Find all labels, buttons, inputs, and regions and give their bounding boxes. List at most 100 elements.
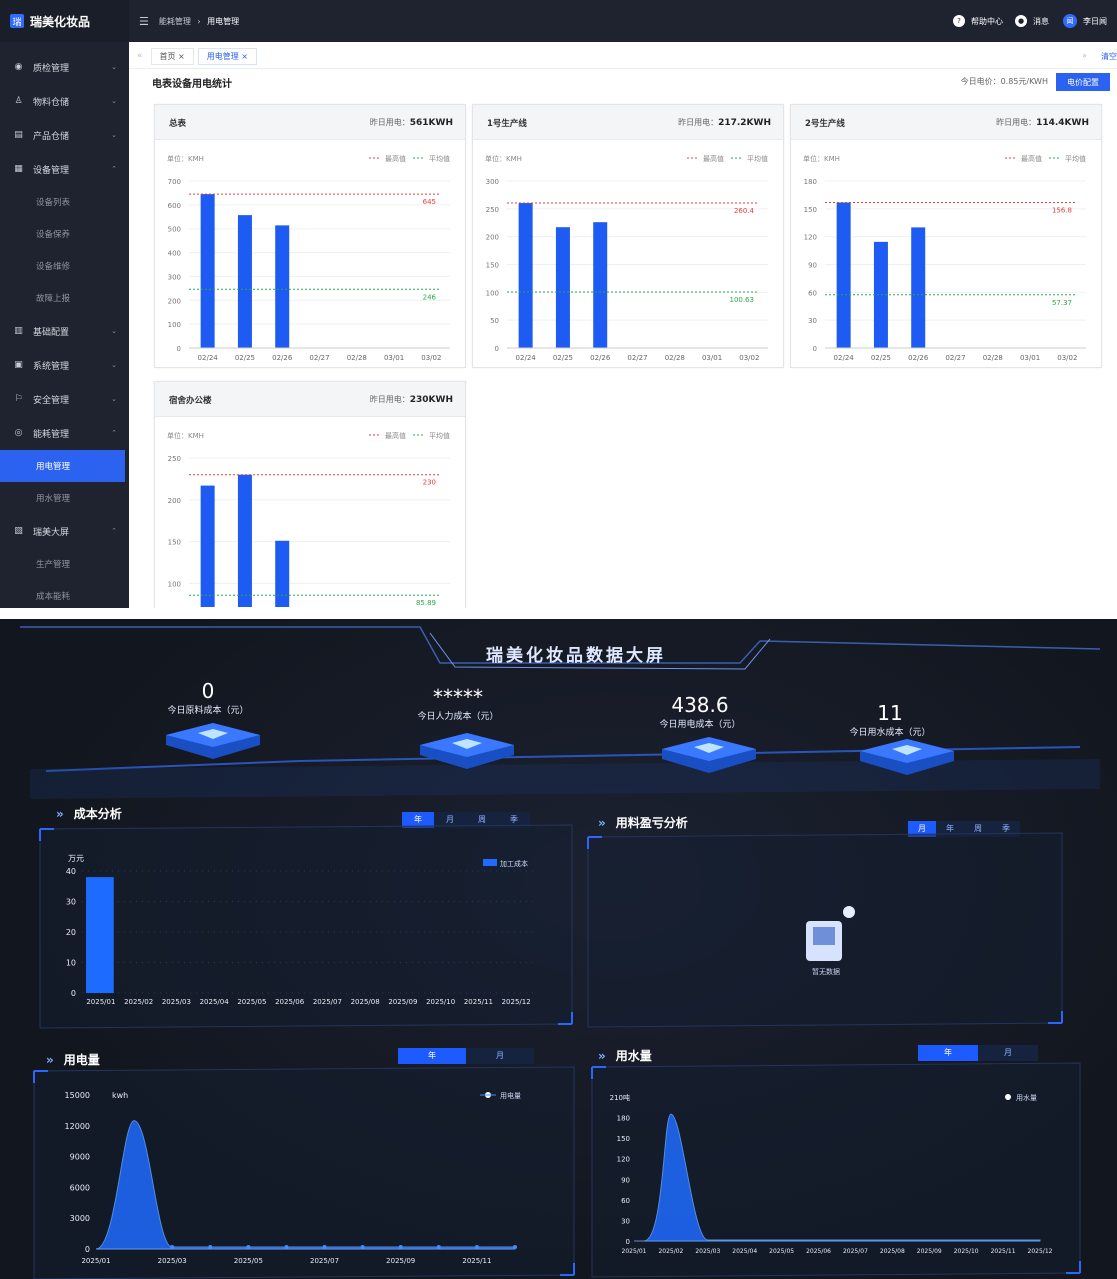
bar[interactable] (275, 540, 290, 607)
user-name[interactable]: 李日闻 (1083, 16, 1107, 27)
bar[interactable] (911, 227, 926, 348)
sidebar-subitem[interactable]: 设备列表 (0, 186, 129, 218)
data-dashboard: 瑞美化妆品数据大屏 0 今日原料成本（元） ***** 今日人力成本（元） 438.6 今… (0, 619, 1117, 1279)
bar[interactable] (593, 222, 608, 348)
max-value-label: 156.8 (1052, 207, 1072, 215)
breadcrumb-parent[interactable]: 能耗管理 (159, 17, 191, 26)
shield-icon: ◉ (14, 62, 23, 72)
tab-strip: « 首页 × 用电管理 × » 清空 (129, 44, 1117, 69)
meter-card: 宿舍办公楼 昨日用电：230KWH 单位：KMH 最高值 平均值 250 200 150 100… (154, 381, 466, 608)
sidebar-item-screen[interactable]: ▧ 瑞美大屏 ⌃ (0, 514, 129, 548)
data-point[interactable] (170, 1245, 175, 1249)
sidebar-item-safety[interactable]: ⚐ 安全管理 ⌄ (0, 382, 129, 416)
chevron-icon: ⌃ (111, 165, 117, 173)
app-name: 瑞美化妆品 (30, 14, 91, 29)
y-tick-label: 200 (168, 497, 181, 505)
electricity-price: 今日电价：0.85元/KWH (960, 77, 1048, 86)
meter-card: 总表 昨日用电：561KWH 单位：KMH 最高值 平均值 700 600 500 400 300… (154, 104, 466, 368)
bar[interactable] (200, 194, 215, 348)
tabs-scroll-left-icon[interactable]: « (129, 51, 151, 61)
tab-home[interactable]: 首页 × (150, 47, 194, 65)
data-point[interactable] (436, 1245, 441, 1249)
tab-power-management[interactable]: 用电管理 × (197, 47, 258, 65)
tabs-clear-button[interactable]: 清空 (1101, 51, 1117, 62)
chevron-icon: ⌄ (111, 395, 117, 403)
tabs-scroll-right-icon[interactable]: » (1082, 51, 1087, 62)
menu-toggle-icon[interactable]: ☰ (139, 15, 149, 28)
sidebar-item-system[interactable]: ▣ 系统管理 ⌄ (0, 348, 129, 382)
data-point[interactable] (513, 1245, 517, 1249)
data-point[interactable] (246, 1245, 251, 1249)
safety-icon: ⚐ (14, 394, 23, 404)
data-point[interactable] (208, 1245, 213, 1249)
bar[interactable] (200, 485, 215, 607)
y-tick-label: 120 (617, 1156, 630, 1164)
data-point[interactable] (322, 1245, 327, 1249)
y-tick-label: 0 (813, 345, 817, 353)
data-point[interactable] (360, 1245, 365, 1249)
sidebar-subitem[interactable]: 设备维修 (0, 250, 129, 282)
tabs-right-actions: » 清空 (1082, 51, 1117, 62)
sidebar-subitem[interactable]: 故障上报 (0, 282, 129, 314)
sidebar-item-warehouse[interactable]: ♙ 物料仓储 ⌄ (0, 84, 129, 118)
y-tick-label: 20 (66, 928, 76, 937)
bar[interactable] (275, 225, 290, 348)
x-tick-label: 03/01 (384, 354, 404, 362)
sidebar-item-device[interactable]: ▦ 设备管理 ⌃ (0, 152, 129, 186)
chevron-icon: ⌃ (111, 527, 117, 535)
logo-mark: 瑞 (10, 14, 24, 28)
help-icon[interactable]: ? (953, 15, 965, 27)
data-point[interactable] (474, 1245, 479, 1249)
y-tick-label: 3000 (70, 1214, 90, 1223)
help-center-link[interactable]: 帮助中心 (971, 16, 1003, 27)
avatar[interactable]: 闻 (1063, 14, 1077, 28)
cost-analysis-panel: 万元加工成本 40 30 20 10 0 2025/01 2025/02 2025/03 2025… (39, 824, 573, 1029)
box-icon: ▤ (14, 130, 23, 140)
sidebar-item-shield[interactable]: ◉ 质检管理 ⌄ (0, 50, 129, 84)
sidebar-subitem[interactable]: 用水管理 (0, 482, 129, 514)
sidebar-item-config[interactable]: ▥ 基础配置 ⌄ (0, 314, 129, 348)
sidebar-subitem[interactable]: 生产管理 (0, 548, 129, 580)
y-tick-label: 700 (168, 178, 181, 186)
y-tick-label: 300 (486, 178, 499, 186)
sidebar-item-label: 物料仓储 (33, 97, 70, 108)
y-tick-label: 60 (808, 289, 817, 297)
x-tick-label: 2025/09 (917, 1248, 942, 1255)
breadcrumb-current: 用电管理 (207, 16, 240, 26)
y-tick-label: 60 (621, 1197, 630, 1205)
x-tick-label: 2025/10 (426, 998, 455, 1006)
bar[interactable] (555, 227, 570, 348)
sidebar-subitem[interactable]: 设备保养 (0, 218, 129, 250)
bell-icon[interactable]: ● (1015, 15, 1027, 27)
bar[interactable] (518, 203, 533, 348)
price-config-button[interactable]: 电价配置 (1056, 73, 1110, 91)
data-point[interactable] (284, 1245, 289, 1249)
bar[interactable] (237, 215, 252, 348)
card-title: 总表 (169, 119, 187, 129)
messages-link[interactable]: 消息 (1033, 16, 1049, 27)
sidebar-item-energy[interactable]: ◎ 能耗管理 ⌃ (0, 416, 129, 450)
yesterday-label: 昨日用电： (996, 118, 1037, 127)
max-value-label: 645 (423, 198, 436, 206)
x-tick-label: 03/02 (739, 354, 759, 362)
bar[interactable] (836, 202, 851, 348)
bar-chart: 单位：KMH 最高值 平均值 700 600 500 400 300 200 100 0 02/24 0… (167, 154, 450, 362)
data-point[interactable] (398, 1245, 403, 1249)
y-tick-label: 30 (808, 317, 817, 325)
x-tick-label: 2025/09 (388, 998, 417, 1006)
energy-icon: ◎ (14, 428, 23, 438)
x-tick-label: 03/02 (421, 354, 441, 362)
sidebar-subitem[interactable]: 成本能耗 (0, 580, 129, 608)
sidebar-item-box[interactable]: ▤ 产品仓储 ⌄ (0, 118, 129, 152)
avg-value-label: 100.63 (730, 296, 755, 304)
bar[interactable] (237, 474, 252, 607)
x-tick-label: 02/26 (590, 354, 611, 362)
y-tick-label: 100 (486, 289, 499, 297)
avg-value-label: 246 (423, 293, 437, 301)
x-tick-label: 2025/12 (502, 998, 531, 1006)
app-logo[interactable]: 瑞 瑞美化妆品 (0, 0, 129, 42)
x-tick-label: 02/25 (235, 354, 255, 362)
chevron-icon: ⌄ (111, 327, 117, 335)
bar[interactable] (86, 877, 114, 993)
sidebar-subitem[interactable]: 用电管理 (0, 450, 125, 482)
